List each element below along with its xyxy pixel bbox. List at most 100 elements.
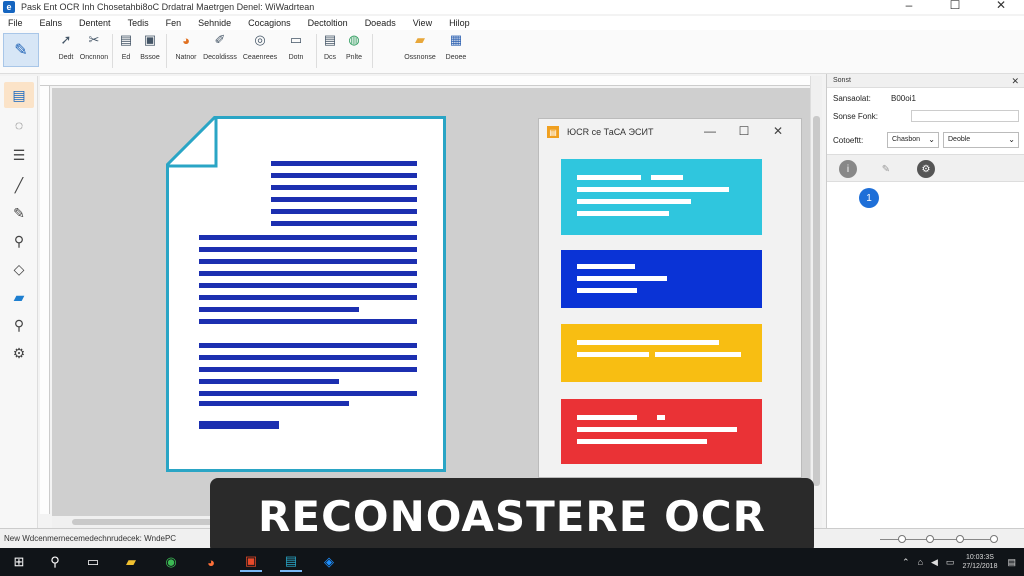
- zoom-slider[interactable]: [880, 539, 990, 540]
- font-input[interactable]: [911, 110, 1019, 122]
- ocr-window-titlebar: ▤ ЮCR ce ТаСА ЭСИТ — ☐ ✕: [539, 119, 801, 145]
- app-icon[interactable]: ▣: [240, 552, 262, 572]
- panel-title: Sonst: [833, 77, 851, 84]
- settings-icon[interactable]: ⚙: [917, 160, 935, 178]
- chrome-icon[interactable]: ◉: [160, 552, 182, 572]
- ocr-close-button[interactable]: ✕: [761, 124, 795, 138]
- text-block-yellow[interactable]: [561, 324, 762, 382]
- windows-start-icon[interactable]: ⊞: [8, 552, 30, 572]
- pen-tool[interactable]: ╱: [4, 172, 34, 198]
- zoom-marker[interactable]: [956, 535, 964, 543]
- zoom-tool[interactable]: ⚲: [4, 312, 34, 338]
- text-line: [577, 352, 649, 357]
- battery-icon[interactable]: ▭: [946, 557, 955, 568]
- minimize-button[interactable]: –: [886, 0, 932, 12]
- clone-icon: ⚙: [12, 344, 26, 361]
- zoom-handle[interactable]: [990, 535, 998, 543]
- edge-icon[interactable]: ◈: [318, 552, 340, 572]
- text-block-blue[interactable]: [561, 250, 762, 308]
- toolbar-button-deoee[interactable]: ▦ Deoee: [436, 32, 476, 61]
- clock[interactable]: 10:03:3S 27/12/2018: [962, 553, 997, 571]
- badge-icon[interactable]: 1: [859, 188, 879, 208]
- panel-close-icon[interactable]: ✕: [1011, 74, 1019, 88]
- image-tool[interactable]: ▰: [4, 284, 34, 310]
- menu-document[interactable]: Dentent: [79, 18, 111, 28]
- toolbar: ✎ ➚ Dedt ✂ Oncnnon ▤ Ed ▣ Bssoe ◕ Natnor…: [0, 30, 1024, 74]
- chevron-down-icon: ⌄: [1008, 135, 1015, 144]
- text-line: [577, 264, 635, 269]
- panel-row-value: B00oi1: [891, 94, 916, 103]
- text-line: [199, 355, 417, 360]
- firefox-icon[interactable]: ◕: [200, 552, 222, 572]
- edit-tool-button[interactable]: ✎: [3, 33, 39, 67]
- network-icon[interactable]: ⌂: [918, 557, 923, 567]
- mode-select[interactable]: Deoble ⌄: [943, 132, 1019, 148]
- toolbar-button-ossnonse[interactable]: ▰ Ossnonse: [400, 32, 440, 61]
- menu-recognition[interactable]: Cocagions: [248, 18, 291, 28]
- menu-help[interactable]: Hilop: [449, 18, 470, 28]
- menu-fen[interactable]: Fen: [166, 18, 182, 28]
- close-button[interactable]: ✕: [978, 0, 1024, 12]
- zoom-marker[interactable]: [926, 535, 934, 543]
- toolbar-label: Bssoe: [140, 54, 160, 61]
- menu-file[interactable]: File: [8, 18, 23, 28]
- text-line: [271, 209, 417, 214]
- file-explorer-icon[interactable]: ▰: [120, 552, 142, 572]
- toolbar-label: Dedt: [58, 54, 74, 61]
- ocr-app-icon[interactable]: ▤: [280, 552, 302, 572]
- task-view-icon[interactable]: ▭: [82, 552, 104, 572]
- banner-text: RECONOASTERE OCR: [258, 491, 766, 541]
- scroll-thumb[interactable]: [813, 116, 820, 486]
- notification-icon[interactable]: ▤: [1007, 557, 1016, 568]
- volume-icon[interactable]: ◀: [931, 557, 938, 568]
- menu-detection[interactable]: Dectoltion: [308, 18, 348, 28]
- menu-edit[interactable]: Ealns: [40, 18, 63, 28]
- text-line: [199, 391, 417, 396]
- toolbar-button-decoldisss[interactable]: ✐ Decoldisss: [200, 32, 240, 61]
- toolbar-label: Ed: [121, 54, 131, 61]
- window-controls: – ☐ ✕: [886, 0, 1024, 12]
- toolbar-label: Natnor: [175, 54, 197, 61]
- panel-row-label: Sansaolat:: [833, 94, 871, 103]
- menu-downloads[interactable]: Doeads: [365, 18, 396, 28]
- brush-tool[interactable]: ⚲: [4, 228, 34, 254]
- text-line: [651, 175, 683, 180]
- menu-view[interactable]: View: [413, 18, 432, 28]
- tools-icon: ✂: [88, 32, 100, 47]
- text-block-red[interactable]: [561, 399, 762, 464]
- pen-icon: ✎: [14, 42, 28, 59]
- clone-tool[interactable]: ⚙: [4, 340, 34, 366]
- toolbar-button-pnlte[interactable]: ◍ Pnlte: [334, 32, 374, 61]
- zoom-marker[interactable]: [898, 535, 906, 543]
- text-block-icon: ☰: [12, 146, 26, 163]
- text-line: [657, 415, 665, 420]
- maximize-button[interactable]: ☐: [932, 0, 978, 12]
- vertical-scrollbar[interactable]: [810, 76, 822, 528]
- charset-select[interactable]: Chasbon ⌄: [887, 132, 939, 148]
- lasso-tool[interactable]: ◌: [4, 112, 34, 138]
- menu-tools[interactable]: Tedis: [128, 18, 149, 28]
- ocr-window: ▤ ЮCR ce ТаСА ЭСИТ — ☐ ✕: [538, 118, 802, 478]
- toolbar-button-ceaenrees[interactable]: ◎ Ceaenrees: [240, 32, 280, 61]
- info-icon[interactable]: i: [839, 160, 857, 178]
- document-icon: ▤: [12, 86, 26, 103]
- pen-icon: ╱: [14, 176, 24, 193]
- toolbar-label: Decoldisss: [203, 54, 237, 61]
- toolbar-button-bssoe[interactable]: ▣ Bssoe: [130, 32, 170, 61]
- document-tool[interactable]: ▤: [4, 82, 34, 108]
- menu-schedule[interactable]: Sehnide: [198, 18, 231, 28]
- text-line: [199, 421, 279, 429]
- text-block-tool[interactable]: ☰: [4, 142, 34, 168]
- text-block-cyan[interactable]: [561, 159, 762, 235]
- folder-icon: ▰: [415, 32, 425, 47]
- text-line: [577, 199, 691, 204]
- ocr-maximize-button[interactable]: ☐: [727, 124, 761, 138]
- pencil-icon[interactable]: ✎: [877, 160, 895, 178]
- brush-tool-icon: ⚲: [13, 232, 25, 249]
- chevron-up-icon[interactable]: ⌃: [902, 557, 910, 568]
- ruler-vertical: [40, 86, 50, 514]
- eraser-tool[interactable]: ◇: [4, 256, 34, 282]
- ocr-minimize-button[interactable]: —: [693, 124, 727, 138]
- eyedropper-tool[interactable]: ✎: [4, 200, 34, 226]
- search-icon[interactable]: ⚲: [44, 552, 66, 572]
